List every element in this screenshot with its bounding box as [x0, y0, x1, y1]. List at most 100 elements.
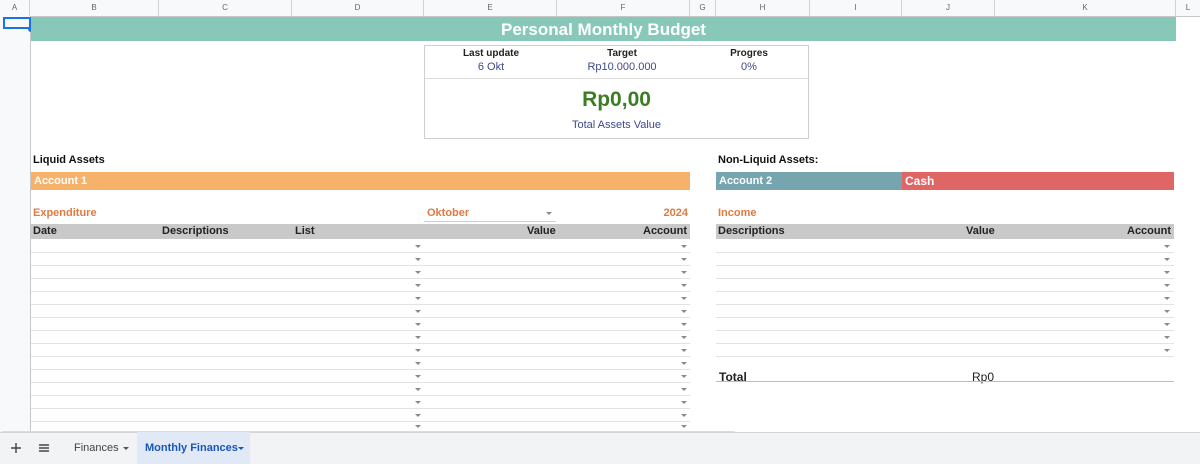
income-column-value: Value [966, 225, 995, 237]
expenditure-label: Expenditure [33, 207, 97, 219]
income-account-dropdown-icon[interactable] [1164, 297, 1170, 300]
summary-divider [425, 78, 808, 79]
list-dropdown-icon[interactable] [415, 362, 421, 365]
table-row[interactable] [31, 278, 690, 279]
tab-finances[interactable]: Finances [62, 432, 137, 464]
table-row[interactable] [31, 408, 690, 409]
column-header-h[interactable]: H [716, 0, 810, 16]
table-row[interactable] [31, 343, 690, 344]
income-account-dropdown-icon[interactable] [1164, 245, 1170, 248]
list-dropdown-icon[interactable] [415, 245, 421, 248]
table-row[interactable] [31, 395, 690, 396]
column-header-a[interactable]: A [0, 0, 30, 16]
column-header-f[interactable]: F [557, 0, 690, 16]
list-item[interactable] [716, 252, 1174, 253]
plus-icon[interactable] [9, 441, 23, 455]
list-dropdown-icon[interactable] [415, 375, 421, 378]
list-dropdown-icon[interactable] [415, 401, 421, 404]
month-select-underline [424, 221, 556, 222]
account-dropdown-icon[interactable] [681, 297, 687, 300]
year-value[interactable]: 2024 [640, 207, 688, 219]
table-row[interactable] [31, 304, 690, 305]
column-header-i[interactable]: I [810, 0, 902, 16]
list-dropdown-icon[interactable] [415, 271, 421, 274]
account-dropdown-icon[interactable] [681, 310, 687, 313]
account-dropdown-icon[interactable] [681, 284, 687, 287]
table-row[interactable] [31, 356, 690, 357]
selected-cell[interactable] [3, 17, 31, 29]
column-header-g[interactable]: G [690, 0, 716, 16]
cash-band[interactable]: Cash [902, 172, 1174, 190]
list-item[interactable] [716, 291, 1174, 292]
income-account-dropdown-icon[interactable] [1164, 336, 1170, 339]
table-row[interactable] [31, 265, 690, 266]
account-dropdown-icon[interactable] [681, 323, 687, 326]
column-header-j[interactable]: J [902, 0, 995, 16]
total-assets-value[interactable]: Rp0,00 [424, 88, 809, 112]
column-account: Account [643, 225, 687, 237]
list-dropdown-icon[interactable] [415, 297, 421, 300]
chevron-down-icon[interactable] [238, 447, 244, 450]
account-2-band[interactable]: Account 2 [716, 172, 902, 190]
column-header-e[interactable]: E [424, 0, 557, 16]
table-row[interactable] [31, 291, 690, 292]
list-item[interactable] [716, 278, 1174, 279]
column-list: List [295, 225, 315, 237]
list-dropdown-icon[interactable] [415, 284, 421, 287]
list-dropdown-icon[interactable] [415, 425, 421, 428]
list-item[interactable] [716, 304, 1174, 305]
last-update-value[interactable]: 6 Okt [426, 61, 556, 73]
income-account-dropdown-icon[interactable] [1164, 323, 1170, 326]
column-value: Value [527, 225, 556, 237]
account-dropdown-icon[interactable] [681, 245, 687, 248]
list-dropdown-icon[interactable] [415, 323, 421, 326]
list-dropdown-icon[interactable] [415, 258, 421, 261]
account-dropdown-icon[interactable] [681, 362, 687, 365]
income-account-dropdown-icon[interactable] [1164, 258, 1170, 261]
month-select[interactable]: Oktober [427, 207, 469, 219]
account-dropdown-icon[interactable] [681, 258, 687, 261]
account-1-band[interactable]: Account 1 [31, 172, 690, 190]
list-item[interactable] [716, 317, 1174, 318]
list-item[interactable] [716, 330, 1174, 331]
target-value[interactable]: Rp10.000.000 [557, 61, 687, 73]
account-dropdown-icon[interactable] [681, 414, 687, 417]
account-dropdown-icon[interactable] [681, 336, 687, 339]
account-dropdown-icon[interactable] [681, 349, 687, 352]
column-header-k[interactable]: K [995, 0, 1176, 16]
income-account-dropdown-icon[interactable] [1164, 284, 1170, 287]
progress-value[interactable]: 0% [684, 61, 814, 73]
account-dropdown-icon[interactable] [681, 375, 687, 378]
table-row[interactable] [31, 369, 690, 370]
income-account-dropdown-icon[interactable] [1164, 271, 1170, 274]
table-row[interactable] [31, 317, 690, 318]
total-row-underline [716, 381, 1174, 382]
column-header-l[interactable]: L [1176, 0, 1200, 16]
month-dropdown-icon[interactable] [546, 212, 552, 215]
account-dropdown-icon[interactable] [681, 401, 687, 404]
table-row[interactable] [31, 382, 690, 383]
account-dropdown-icon[interactable] [681, 388, 687, 391]
tab-finances-label: Finances [74, 442, 119, 454]
tab-monthly-finances[interactable]: Monthly Finances [137, 432, 250, 464]
table-row[interactable] [31, 252, 690, 253]
list-dropdown-icon[interactable] [415, 414, 421, 417]
list-item[interactable] [716, 343, 1174, 344]
column-header-d[interactable]: D [292, 0, 424, 16]
chevron-down-icon[interactable] [123, 447, 129, 450]
column-header-c[interactable]: C [159, 0, 292, 16]
table-row[interactable] [31, 330, 690, 331]
list-item[interactable] [716, 265, 1174, 266]
table-row[interactable] [31, 421, 690, 422]
account-dropdown-icon[interactable] [681, 425, 687, 428]
income-account-dropdown-icon[interactable] [1164, 349, 1170, 352]
list-dropdown-icon[interactable] [415, 349, 421, 352]
income-account-dropdown-icon[interactable] [1164, 310, 1170, 313]
menu-icon[interactable] [37, 441, 51, 455]
list-item[interactable] [716, 356, 1174, 357]
list-dropdown-icon[interactable] [415, 336, 421, 339]
list-dropdown-icon[interactable] [415, 388, 421, 391]
list-dropdown-icon[interactable] [415, 310, 421, 313]
column-header-b[interactable]: B [30, 0, 159, 16]
account-dropdown-icon[interactable] [681, 271, 687, 274]
